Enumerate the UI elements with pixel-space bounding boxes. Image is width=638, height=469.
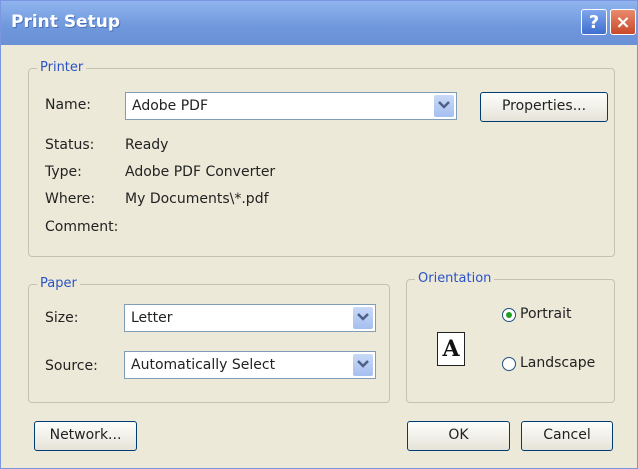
size-label: Size: [45, 310, 79, 326]
where-label: Where: [45, 191, 96, 207]
network-button[interactable]: Network... [34, 421, 137, 451]
title-bar[interactable]: Print Setup ? × [1, 1, 637, 45]
orientation-group: Orientation A Portrait Landscape [406, 271, 615, 403]
close-button[interactable]: × [610, 9, 636, 35]
paper-size-value: Letter [131, 310, 173, 326]
window-title: Print Setup [11, 12, 120, 32]
chevron-down-icon[interactable] [353, 354, 373, 376]
status-value: Ready [125, 137, 169, 153]
chevron-down-icon[interactable] [434, 95, 454, 117]
paper-source-select[interactable]: Automatically Select [124, 351, 376, 379]
paper-legend: Paper [37, 276, 80, 291]
print-setup-dialog: Print Setup ? × Printer Name: Adobe PDF … [0, 0, 638, 469]
type-label: Type: [45, 164, 82, 180]
properties-button[interactable]: Properties... [480, 92, 608, 122]
printer-name-value: Adobe PDF [132, 98, 209, 114]
portrait-radio[interactable] [502, 308, 516, 322]
landscape-label[interactable]: Landscape [520, 355, 595, 371]
portrait-page-icon: A [437, 332, 465, 366]
landscape-radio[interactable] [502, 357, 516, 371]
comment-label: Comment: [45, 219, 119, 235]
paper-source-value: Automatically Select [131, 357, 276, 373]
ok-button[interactable]: OK [407, 421, 510, 451]
paper-size-select[interactable]: Letter [124, 304, 376, 332]
orientation-legend: Orientation [415, 271, 495, 286]
source-label: Source: [45, 358, 98, 374]
type-value: Adobe PDF Converter [125, 164, 276, 180]
chevron-down-icon[interactable] [353, 307, 373, 329]
portrait-label[interactable]: Portrait [520, 306, 571, 322]
paper-group: Paper Size: Letter Source: Automatically… [28, 276, 390, 403]
where-value: My Documents\*.pdf [125, 191, 269, 207]
status-label: Status: [45, 137, 95, 153]
printer-legend: Printer [37, 60, 87, 75]
page-glyph: A [442, 336, 460, 362]
printer-name-select[interactable]: Adobe PDF [125, 92, 457, 120]
cancel-button[interactable]: Cancel [521, 421, 613, 451]
name-label: Name: [45, 97, 92, 113]
help-button[interactable]: ? [581, 9, 607, 35]
printer-group: Printer Name: Adobe PDF Properties... St… [28, 60, 615, 257]
